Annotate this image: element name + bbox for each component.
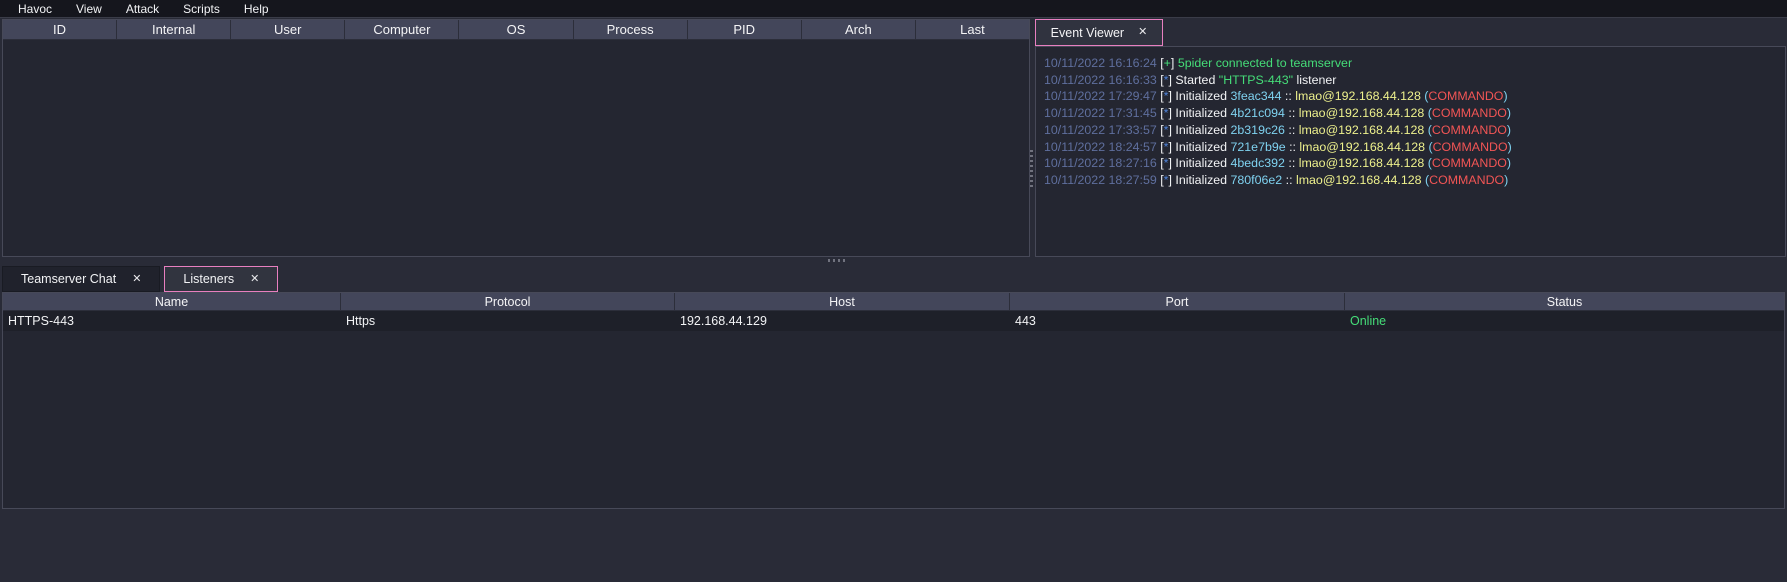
sessions-table: IDInternalUserComputerOSProcessPIDArchLa… xyxy=(2,19,1030,257)
havoc-window: HavocViewAttackScriptsHelp IDInternalUse… xyxy=(0,0,1787,582)
cell-name: HTTPS-443 xyxy=(3,311,341,331)
event-line: 10/11/2022 18:24:57 [*] Initialized 721e… xyxy=(1044,139,1781,156)
event-line: 10/11/2022 18:27:59 [*] Initialized 780f… xyxy=(1044,172,1781,189)
event-viewer-panel: 10/11/2022 16:16:24 [+] 5pider connected… xyxy=(1035,46,1786,257)
listeners-col-port[interactable]: Port xyxy=(1010,293,1345,310)
event-line: 10/11/2022 17:31:45 [*] Initialized 4b21… xyxy=(1044,105,1781,122)
menu-bar: HavocViewAttackScriptsHelp xyxy=(0,0,1787,18)
sessions-col-os[interactable]: OS xyxy=(459,20,573,39)
cell-host: 192.168.44.129 xyxy=(675,311,1010,331)
sessions-col-arch[interactable]: Arch xyxy=(802,20,916,39)
listener-row[interactable]: HTTPS-443Https192.168.44.129443Online xyxy=(3,311,1784,331)
listeners-col-host[interactable]: Host xyxy=(675,293,1010,310)
tab-label: Event Viewer xyxy=(1051,26,1124,40)
event-line: 10/11/2022 18:27:16 [*] Initialized 4bed… xyxy=(1044,155,1781,172)
menu-item-help[interactable]: Help xyxy=(232,2,281,16)
tab-label: Teamserver Chat xyxy=(21,272,116,286)
sessions-table-body xyxy=(3,40,1029,256)
sessions-col-computer[interactable]: Computer xyxy=(345,20,459,39)
horizontal-splitter-handle[interactable] xyxy=(828,259,848,262)
vertical-splitter-handle[interactable] xyxy=(1030,150,1033,188)
tab-listeners[interactable]: Listeners ✕ xyxy=(164,266,278,292)
tab-label: Listeners xyxy=(183,272,234,286)
menu-item-scripts[interactable]: Scripts xyxy=(171,2,232,16)
close-icon[interactable]: ✕ xyxy=(132,274,141,285)
event-line: 10/11/2022 16:16:33 [*] Started "HTTPS-4… xyxy=(1044,72,1781,89)
sessions-header: IDInternalUserComputerOSProcessPIDArchLa… xyxy=(3,20,1029,40)
sessions-col-last[interactable]: Last xyxy=(916,20,1029,39)
sessions-col-internal[interactable]: Internal xyxy=(117,20,231,39)
event-line: 10/11/2022 17:29:47 [*] Initialized 3fea… xyxy=(1044,88,1781,105)
sessions-col-id[interactable]: ID xyxy=(3,20,117,39)
tab-event-viewer[interactable]: Event Viewer ✕ xyxy=(1035,19,1163,46)
sessions-col-pid[interactable]: PID xyxy=(688,20,802,39)
cell-port: 443 xyxy=(1010,311,1345,331)
close-icon[interactable]: ✕ xyxy=(250,274,259,285)
listeners-rows: HTTPS-443Https192.168.44.129443Online xyxy=(3,311,1784,331)
menu-item-view[interactable]: View xyxy=(64,2,114,16)
event-log: 10/11/2022 16:16:24 [+] 5pider connected… xyxy=(1036,47,1785,189)
listeners-col-name[interactable]: Name xyxy=(3,293,341,310)
listeners-col-status[interactable]: Status xyxy=(1345,293,1784,310)
listeners-header: NameProtocolHostPortStatus xyxy=(3,293,1784,311)
event-line: 10/11/2022 16:16:24 [+] 5pider connected… xyxy=(1044,55,1781,72)
listeners-col-protocol[interactable]: Protocol xyxy=(341,293,675,310)
close-icon[interactable]: ✕ xyxy=(1138,27,1147,38)
sessions-col-user[interactable]: User xyxy=(231,20,345,39)
event-line: 10/11/2022 17:33:57 [*] Initialized 2b31… xyxy=(1044,122,1781,139)
sessions-col-process[interactable]: Process xyxy=(574,20,688,39)
listeners-panel: NameProtocolHostPortStatus HTTPS-443Http… xyxy=(2,292,1785,509)
tab-teamserver-chat[interactable]: Teamserver Chat ✕ xyxy=(2,266,160,292)
cell-status: Online xyxy=(1345,311,1784,331)
bottom-tab-bar: Teamserver Chat ✕ Listeners ✕ xyxy=(2,266,278,292)
menu-item-attack[interactable]: Attack xyxy=(114,2,171,16)
menu-item-havoc[interactable]: Havoc xyxy=(6,2,64,16)
cell-protocol: Https xyxy=(341,311,675,331)
